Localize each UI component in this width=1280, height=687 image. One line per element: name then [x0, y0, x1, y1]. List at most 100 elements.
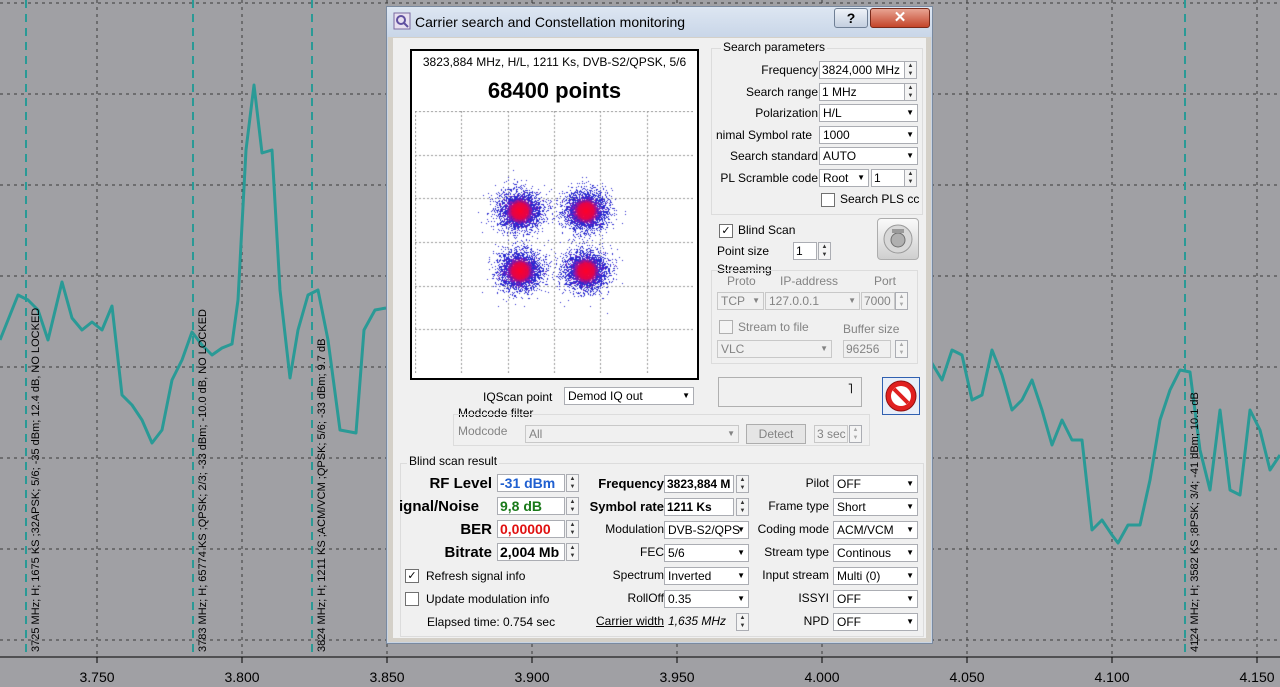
detect-time-input[interactable]: 3 sec [814, 425, 848, 443]
frequency-input[interactable]: 3824,000 MHz [819, 61, 905, 79]
min-symbol-rate-select[interactable]: 1000 ▼ [819, 126, 918, 144]
polarization-select[interactable]: H/L ▼ [819, 104, 918, 122]
min-symbol-rate-value: 1000 [823, 128, 850, 142]
title-bar[interactable]: Carrier search and Constellation monitor… [387, 7, 932, 37]
spectrum-select[interactable]: Inverted ▼ [664, 567, 749, 585]
search-range-label: Search range [745, 85, 818, 99]
buffer-size-input[interactable]: 96256 [843, 340, 891, 358]
ber-value: 0,00000 [497, 520, 565, 538]
detect-button[interactable]: Detect [746, 424, 806, 444]
issyi-value: OFF [837, 592, 861, 606]
coding-mode-label: Coding mode [757, 522, 829, 536]
modcode-label: Modcode [458, 424, 508, 438]
iqscan-value: Demod IQ out [568, 389, 643, 403]
stop-button[interactable] [882, 377, 920, 415]
blind-scan-checkbox[interactable]: ✓ [719, 224, 733, 238]
constellation-point-count: 68400 points [487, 78, 622, 103]
x-tick-label: 3.850 [369, 669, 405, 685]
search-pls-label: Search PLS cc [840, 192, 920, 206]
symbol-rate-label: Symbol rate [589, 499, 664, 514]
status-box: ˥ [718, 377, 862, 407]
frequency-result-spinner[interactable]: ▲ ▼ [736, 475, 749, 493]
iqscan-select[interactable]: Demod IQ out ▼ [564, 387, 694, 405]
rf-level-value: -31 dBm [497, 474, 565, 492]
blind-scan-result-title: Blind scan result [407, 454, 500, 468]
carrier-width-label[interactable]: Carrier width [596, 614, 664, 628]
stream-to-file-checkbox[interactable] [719, 320, 733, 334]
port-spinner[interactable]: ▲ ▼ [895, 292, 908, 310]
search-params-title: Search parameters [721, 40, 828, 54]
frequency-result-value: 3823,884 M [664, 475, 734, 493]
modcode-value: All [529, 427, 543, 441]
frequency-spinner[interactable]: ▲ ▼ [904, 61, 917, 79]
carrier-marker-label: 3824 MHz; H; 1211 KS ;ACM/VCM ;QPSK; 5/6… [316, 338, 328, 652]
detect-time-spinner[interactable]: ▲ ▼ [849, 425, 862, 443]
proto-label: Proto [727, 274, 756, 288]
pls-type-select[interactable]: Root ▼ [819, 169, 869, 187]
polarization-value: H/L [823, 106, 842, 120]
update-modulation-checkbox[interactable] [405, 592, 419, 606]
point-size-label: Point size [717, 244, 770, 258]
rolloff-label: RollOff [627, 591, 664, 605]
update-modulation-label: Update modulation info [426, 592, 550, 606]
npd-select[interactable]: OFF ▼ [833, 613, 918, 631]
search-pls-checkbox[interactable] [821, 193, 835, 207]
pls-code-spinner[interactable]: ▲ ▼ [904, 169, 917, 187]
signal-noise-spinner[interactable]: ▲ ▼ [566, 497, 579, 515]
chevron-down-icon: ▼ [737, 548, 745, 557]
dialog-client: 3823,884 MHz, H/L, 1211 Ks, DVB-S2/QPSK,… [393, 38, 926, 638]
search-range-spinner[interactable]: ▲ ▼ [904, 83, 917, 101]
rolloff-select[interactable]: 0.35 ▼ [664, 590, 749, 608]
chevron-down-icon: ▼ [737, 594, 745, 603]
point-size-spinner[interactable]: ▲ ▼ [818, 242, 831, 260]
chevron-down-icon: ▼ [906, 594, 914, 603]
chevron-down-icon: ▼ [727, 429, 735, 438]
pilot-label: Pilot [805, 476, 829, 490]
symbol-rate-spinner[interactable]: ▲ ▼ [736, 498, 749, 516]
min-symbol-rate-label: nimal Symbol rate [716, 128, 813, 142]
ber-spinner[interactable]: ▲ ▼ [566, 520, 579, 538]
bitrate-spinner[interactable]: ▲ ▼ [566, 543, 579, 561]
refresh-signal-checkbox[interactable]: ✓ [405, 569, 419, 583]
pilot-value: OFF [837, 477, 861, 491]
issyi-label: ISSYI [798, 591, 829, 605]
chevron-down-icon: ▼ [848, 296, 856, 305]
pls-code-input[interactable]: 1 [871, 169, 905, 187]
chevron-down-icon: ▼ [906, 502, 914, 511]
frame-type-select[interactable]: Short ▼ [833, 498, 918, 516]
search-range-input[interactable]: 1 MHz [819, 83, 917, 101]
spectrum-label: Spectrum [612, 568, 664, 582]
input-stream-value: Multi (0) [837, 569, 881, 583]
rf-level-spinner[interactable]: ▲ ▼ [566, 474, 579, 492]
chevron-down-icon: ▼ [682, 391, 690, 400]
port-input[interactable]: 7000 [861, 292, 895, 310]
fec-select[interactable]: 5/6 ▼ [664, 544, 749, 562]
ip-select[interactable]: 127.0.0.1 ▼ [765, 292, 860, 310]
player-value: VLC [721, 342, 745, 356]
carrier-width-spinner[interactable]: ▲ ▼ [736, 613, 749, 631]
stream-type-select[interactable]: Continous ▼ [833, 544, 918, 562]
search-standard-select[interactable]: AUTO ▼ [819, 147, 918, 165]
help-button[interactable]: ? [834, 8, 868, 28]
point-size-input[interactable]: 1 [793, 242, 817, 260]
x-tick-label: 4.150 [1239, 669, 1275, 685]
proto-select[interactable]: TCP ▼ [717, 292, 764, 310]
issyi-select[interactable]: OFF ▼ [833, 590, 918, 608]
chevron-down-icon: ▼ [906, 617, 914, 626]
buffer-size-spinner[interactable]: ▲ ▼ [895, 340, 908, 358]
x-tick-label: 4.000 [804, 669, 840, 685]
constellation-info: 3823,884 MHz, H/L, 1211 Ks, DVB-S2/QPSK,… [422, 55, 687, 69]
input-stream-select[interactable]: Multi (0) ▼ [833, 567, 918, 585]
modcode-select[interactable]: All ▼ [525, 425, 739, 443]
screenshot-button[interactable] [877, 218, 919, 260]
player-select[interactable]: VLC ▼ [717, 340, 832, 358]
close-button[interactable]: ✕ [870, 8, 930, 28]
signal-noise-value: 9,8 dB [497, 497, 565, 515]
pilot-select[interactable]: OFF ▼ [833, 475, 918, 493]
search-standard-label: Search standard [729, 149, 818, 163]
ip-value: 127.0.0.1 [769, 294, 820, 308]
coding-mode-select[interactable]: ACM/VCM ▼ [833, 521, 918, 539]
refresh-signal-label: Refresh signal info [426, 569, 526, 583]
modulation-select[interactable]: DVB-S2/QPS ▼ [664, 521, 749, 539]
blind-scan-label: Blind Scan [738, 223, 796, 237]
